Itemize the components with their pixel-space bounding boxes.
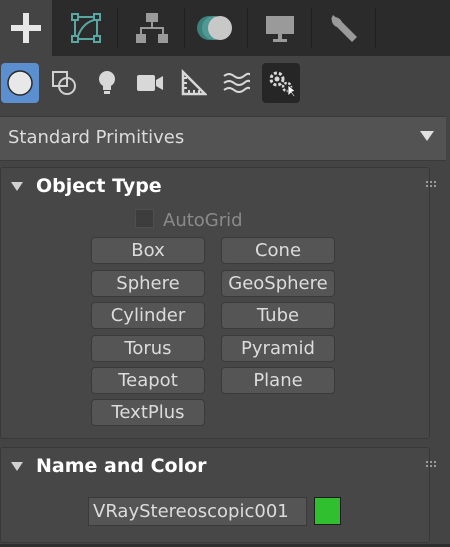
camera-icon xyxy=(137,75,163,91)
tab-separator xyxy=(184,8,185,48)
lights-category-button[interactable] xyxy=(88,63,126,103)
tube-button[interactable]: Tube xyxy=(221,302,335,329)
autogrid-checkbox[interactable] xyxy=(135,209,154,228)
rollout-grip-icon[interactable] xyxy=(426,181,436,187)
modify-icon xyxy=(71,13,101,43)
cameras-category-button[interactable] xyxy=(131,63,169,103)
tab-separator xyxy=(311,8,312,48)
tab-separator xyxy=(375,8,376,48)
gears-icon xyxy=(269,71,296,98)
plus-icon xyxy=(11,13,41,43)
helper-ruler-icon xyxy=(181,69,207,96)
tab-separator xyxy=(117,8,118,48)
motion-icon xyxy=(197,16,232,40)
textplus-button[interactable]: TextPlus xyxy=(91,399,205,426)
geometry-category-button[interactable] xyxy=(1,63,39,103)
hierarchy-icon xyxy=(136,13,168,43)
object-type-rollout xyxy=(0,167,430,439)
hierarchy-tab[interactable] xyxy=(120,0,184,56)
dropdown-arrow-icon xyxy=(420,131,434,141)
space-warps-category-button[interactable] xyxy=(217,63,255,103)
display-tab[interactable] xyxy=(250,0,310,56)
systems-category-button[interactable] xyxy=(262,63,300,103)
monitor-icon xyxy=(266,16,294,42)
cylinder-button[interactable]: Cylinder xyxy=(91,302,205,329)
motion-tab[interactable] xyxy=(186,0,246,56)
object-category-dropdown[interactable]: Standard Primitives xyxy=(0,116,446,161)
name-and-color-title[interactable]: Name and Color xyxy=(36,455,207,477)
box-button[interactable]: Box xyxy=(91,237,205,264)
rollout-grip-icon[interactable] xyxy=(426,461,436,467)
utilities-tab[interactable] xyxy=(314,0,374,56)
collapse-triangle-icon[interactable] xyxy=(11,182,23,191)
sphere-icon xyxy=(7,70,33,96)
torus-button[interactable]: Torus xyxy=(91,335,205,362)
sphere-button[interactable]: Sphere xyxy=(91,270,205,297)
object-color-swatch[interactable] xyxy=(314,497,341,525)
teapot-button[interactable]: Teapot xyxy=(91,367,205,394)
wave-icon xyxy=(223,72,250,93)
object-name-field[interactable] xyxy=(88,497,307,526)
collapse-triangle-icon[interactable] xyxy=(11,462,23,471)
shapes-category-button[interactable] xyxy=(45,63,83,103)
helpers-category-button[interactable] xyxy=(174,63,212,103)
lightbulb-icon xyxy=(99,71,115,94)
tab-separator xyxy=(247,8,248,48)
wrench-icon xyxy=(331,15,357,42)
create-tab[interactable] xyxy=(0,0,52,56)
autogrid-label: AutoGrid xyxy=(163,210,243,231)
geosphere-button[interactable]: GeoSphere xyxy=(221,270,335,297)
pyramid-button[interactable]: Pyramid xyxy=(221,335,335,362)
command-panel-tabs xyxy=(0,0,450,56)
modify-tab[interactable] xyxy=(55,0,117,56)
object-type-title[interactable]: Object Type xyxy=(36,175,162,197)
dropdown-selected-value: Standard Primitives xyxy=(8,127,185,148)
shapes-icon xyxy=(52,71,76,95)
plane-button[interactable]: Plane xyxy=(221,367,335,394)
cone-button[interactable]: Cone xyxy=(221,237,335,264)
